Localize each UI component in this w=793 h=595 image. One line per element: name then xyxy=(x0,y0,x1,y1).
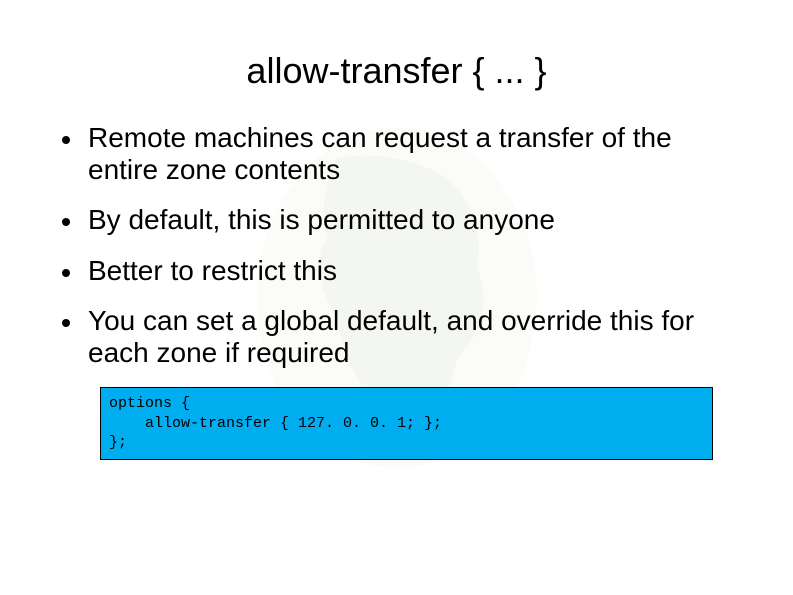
slide-title: allow-transfer { ... } xyxy=(40,50,753,92)
bullet-text: Better to restrict this xyxy=(88,255,337,287)
bullet-icon xyxy=(62,218,70,226)
slide: allow-transfer { ... } Remote machines c… xyxy=(0,0,793,595)
bullet-icon xyxy=(62,269,70,277)
list-item: Better to restrict this xyxy=(62,255,733,287)
bullet-text: By default, this is permitted to anyone xyxy=(88,204,555,236)
list-item: Remote machines can request a transfer o… xyxy=(62,122,733,186)
bullet-icon xyxy=(62,136,70,144)
bullet-icon xyxy=(62,319,70,327)
bullet-list: Remote machines can request a transfer o… xyxy=(62,122,733,369)
list-item: By default, this is permitted to anyone xyxy=(62,204,733,236)
bullet-text: You can set a global default, and overri… xyxy=(88,305,733,369)
bullet-text: Remote machines can request a transfer o… xyxy=(88,122,733,186)
list-item: You can set a global default, and overri… xyxy=(62,305,733,369)
code-example: options { allow-transfer { 127. 0. 0. 1;… xyxy=(100,387,713,460)
